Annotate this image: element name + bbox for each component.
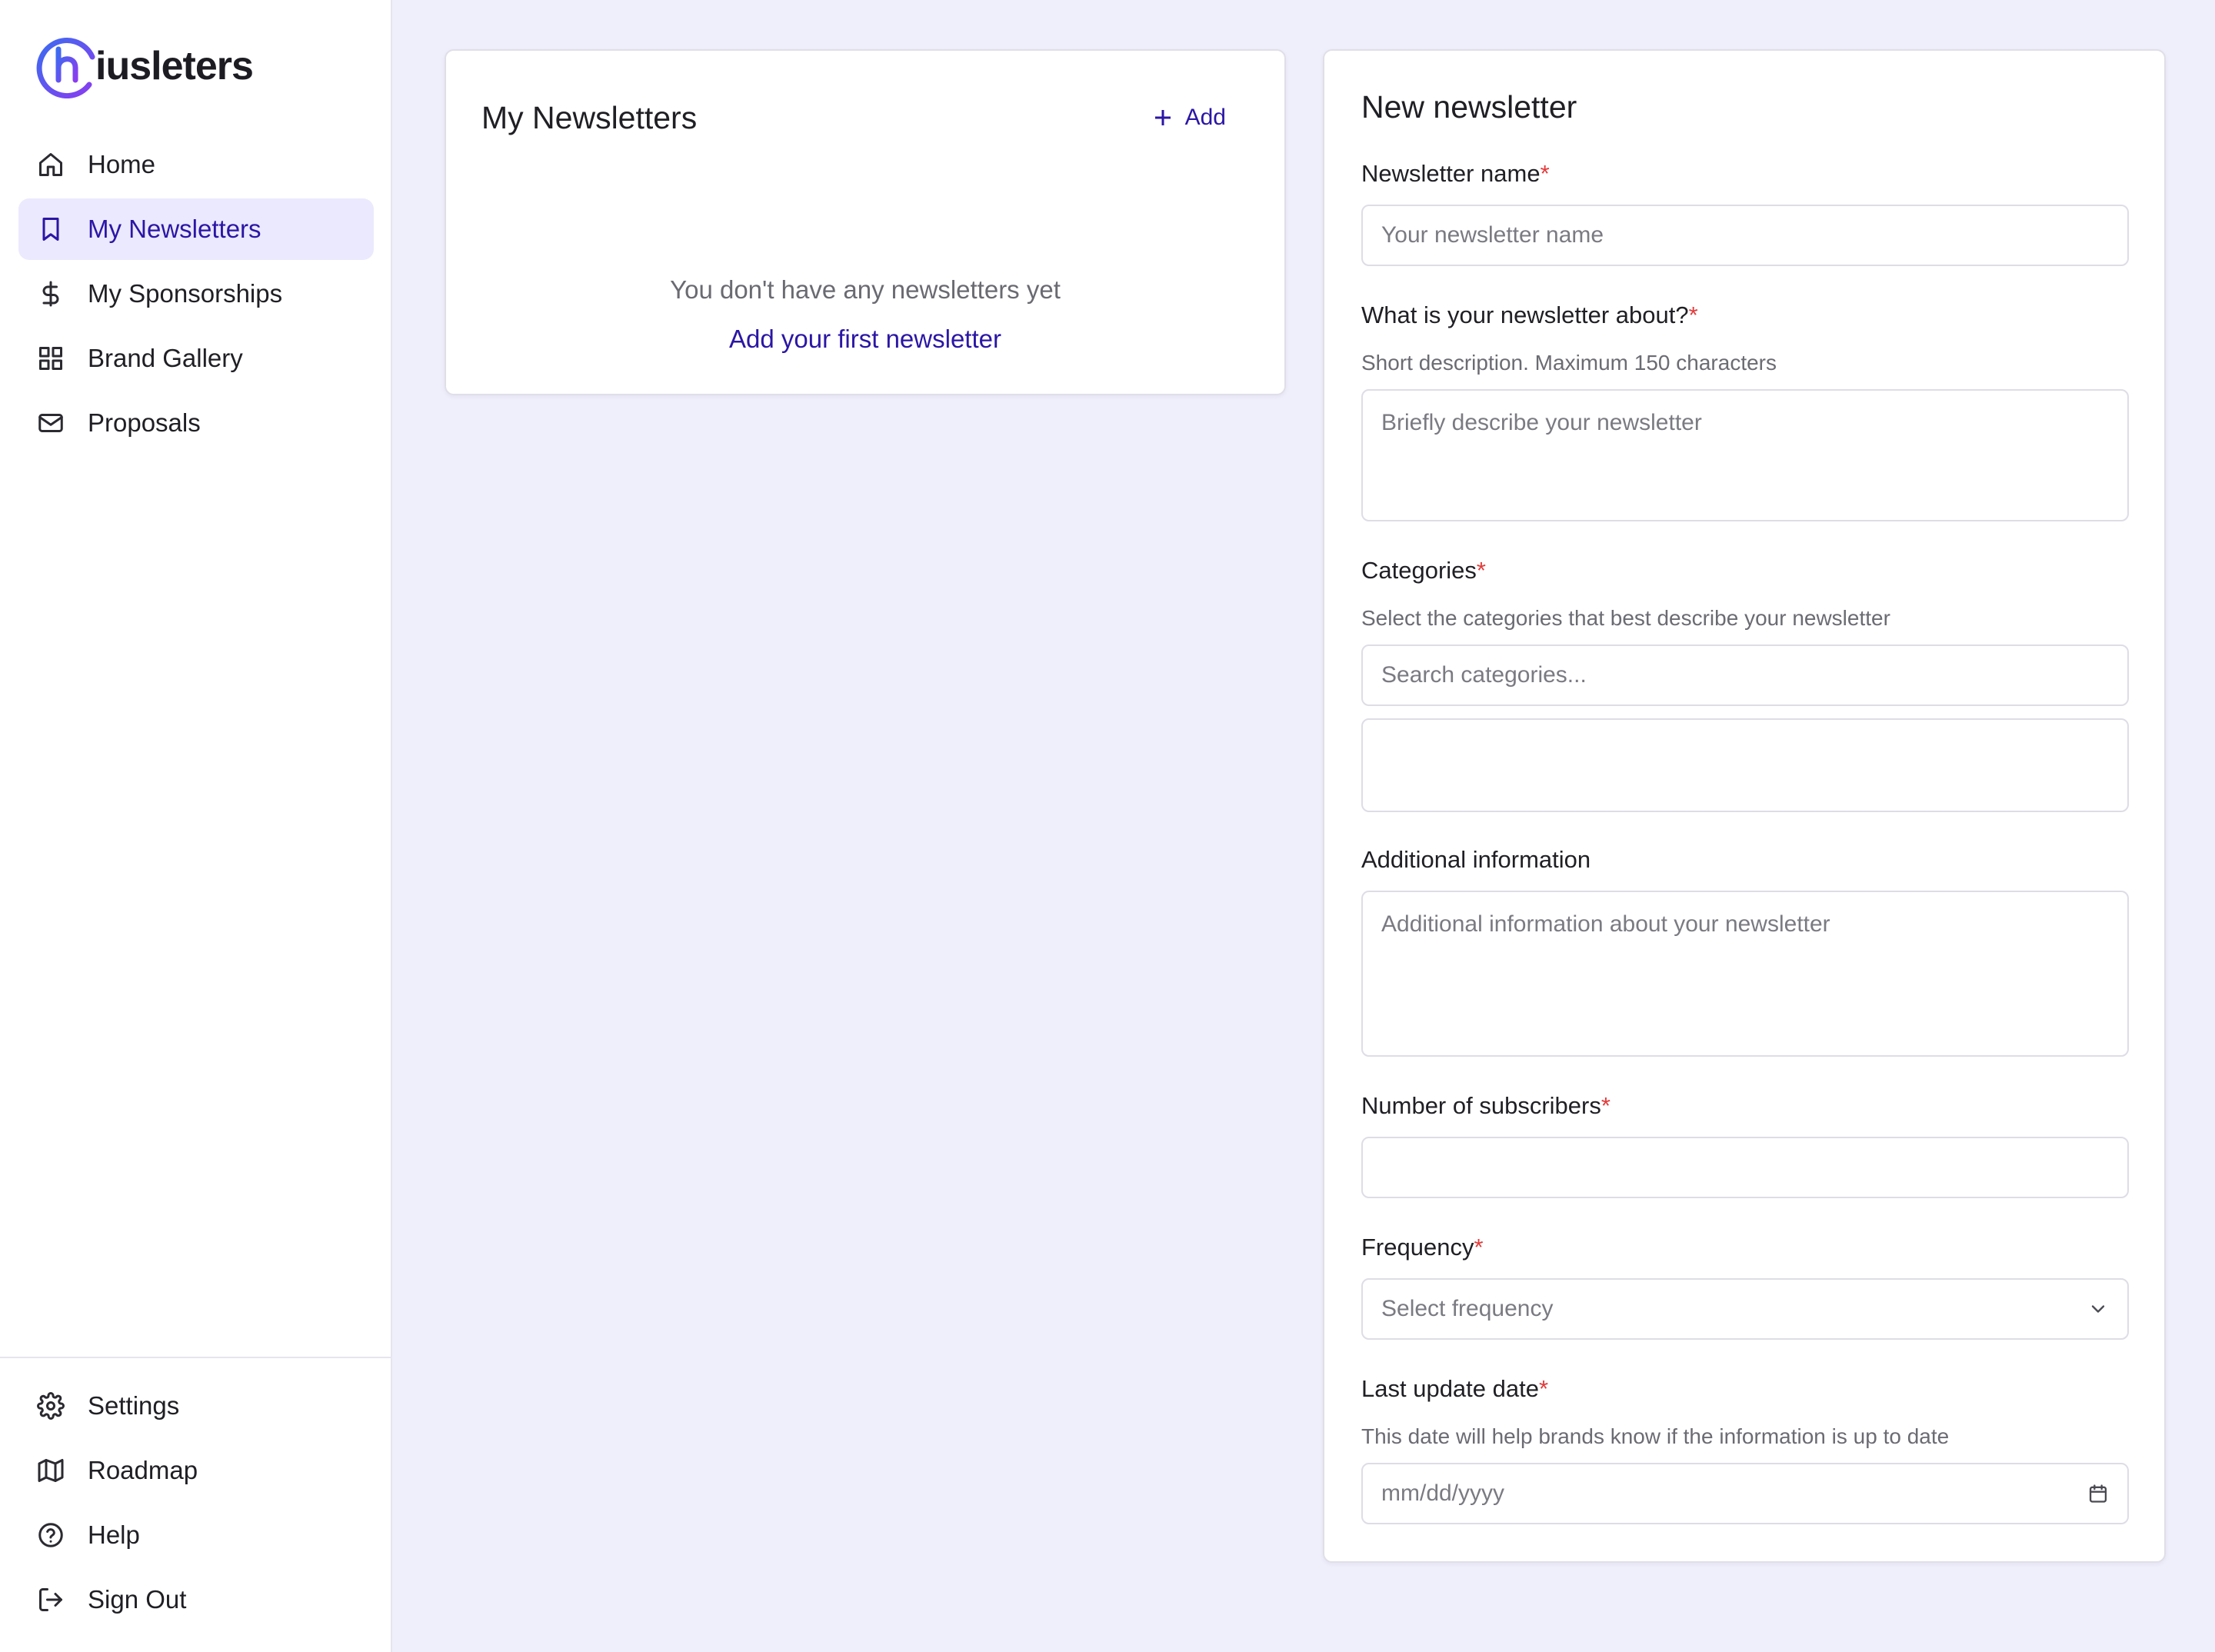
gear-icon <box>35 1391 66 1421</box>
sidebar-item-label: Brand Gallery <box>88 344 243 372</box>
sidebar-item-label: Sign Out <box>88 1585 187 1614</box>
sidebar-item-label: Settings <box>88 1391 180 1420</box>
subscribers-label: Number of subscribers* <box>1361 1092 1610 1119</box>
logo-mark-icon <box>36 38 95 98</box>
sidebar-item-label: Home <box>88 150 156 178</box>
newsletter-about-hint: Short description. Maximum 150 character… <box>1361 351 1777 375</box>
brand-name: iusleters <box>95 44 254 88</box>
grid-icon <box>35 343 66 374</box>
add-newsletter-label: Add <box>1184 105 1226 130</box>
my-newsletters-card: My Newsletters Add You don't have any ne… <box>445 49 1286 395</box>
app-logo[interactable]: iusleters <box>35 34 254 98</box>
categories-hint: Select the categories that best describe… <box>1361 606 1890 630</box>
last-update-hint: This date will help brands know if the i… <box>1361 1424 1950 1448</box>
frequency-label: Frequency* <box>1361 1234 1484 1261</box>
sidebar-item-label: Proposals <box>88 408 201 437</box>
plus-icon <box>1154 110 1171 125</box>
my-newsletters-title: My Newsletters <box>481 100 698 135</box>
sidebar-item-label: Roadmap <box>88 1456 198 1484</box>
help-circle-icon <box>35 1520 66 1550</box>
sidebar-item-label: Help <box>88 1520 140 1549</box>
newsletter-name-label: Newsletter name* <box>1361 160 1550 187</box>
additional-info-label: Additional information <box>1361 846 1591 873</box>
categories-label: Categories* <box>1361 557 1486 584</box>
mail-icon <box>35 408 66 438</box>
sidebar: iusleters Home My Newsletters My Sponsor… <box>0 0 392 1652</box>
map-icon <box>35 1455 66 1486</box>
sidebar-item-brand-gallery[interactable]: Brand Gallery <box>18 328 374 389</box>
sidebar-item-help[interactable]: Help <box>18 1504 372 1566</box>
sidebar-item-my-sponsorships[interactable]: My Sponsorships <box>18 263 374 325</box>
sidebar-item-roadmap[interactable]: Roadmap <box>18 1440 372 1501</box>
new-newsletter-card: New newsletter Newsletter name* What is … <box>1323 49 2166 1563</box>
frequency-selected-value: Select frequency <box>1381 1296 1554 1321</box>
form-title: New newsletter <box>1361 89 1577 125</box>
last-update-label: Last update date* <box>1361 1375 1549 1402</box>
add-first-newsletter-link[interactable]: Add your first newsletter <box>446 325 1284 354</box>
newsletter-about-textarea[interactable] <box>1361 389 2129 521</box>
home-icon <box>35 149 66 180</box>
sidebar-item-proposals[interactable]: Proposals <box>18 392 374 454</box>
categories-list[interactable] <box>1361 718 2129 812</box>
frequency-select[interactable]: Select frequency <box>1361 1278 2129 1340</box>
newsletter-name-input[interactable] <box>1361 205 2129 266</box>
sidebar-footer-nav: Settings Roadmap Help Sign Out <box>0 1357 391 1634</box>
sidebar-item-label: My Newsletters <box>88 215 261 243</box>
bookmark-icon <box>35 214 66 245</box>
calendar-icon[interactable] <box>2087 1483 2109 1504</box>
additional-info-textarea[interactable] <box>1361 891 2129 1057</box>
sidebar-item-label: My Sponsorships <box>88 279 283 308</box>
subscribers-input[interactable] <box>1361 1137 2129 1198</box>
sign-out-icon <box>35 1584 66 1615</box>
sidebar-item-my-newsletters[interactable]: My Newsletters <box>18 198 374 260</box>
sidebar-item-home[interactable]: Home <box>18 134 374 195</box>
sidebar-item-settings[interactable]: Settings <box>18 1375 372 1437</box>
newsletter-about-label: What is your newsletter about?* <box>1361 301 1698 328</box>
dollar-icon <box>35 278 66 309</box>
chevron-down-icon <box>2091 1305 2105 1313</box>
last-update-date-input[interactable]: mm/dd/yyyy <box>1361 1463 2129 1524</box>
main-nav: Home My Newsletters My Sponsorships Bran… <box>18 134 374 457</box>
categories-search-input[interactable] <box>1361 644 2129 706</box>
add-newsletter-button[interactable]: Add <box>1151 105 1226 131</box>
sidebar-item-sign-out[interactable]: Sign Out <box>18 1569 372 1630</box>
empty-state-text: You don't have any newsletters yet <box>670 275 1061 304</box>
date-placeholder: mm/dd/yyyy <box>1381 1480 1505 1506</box>
